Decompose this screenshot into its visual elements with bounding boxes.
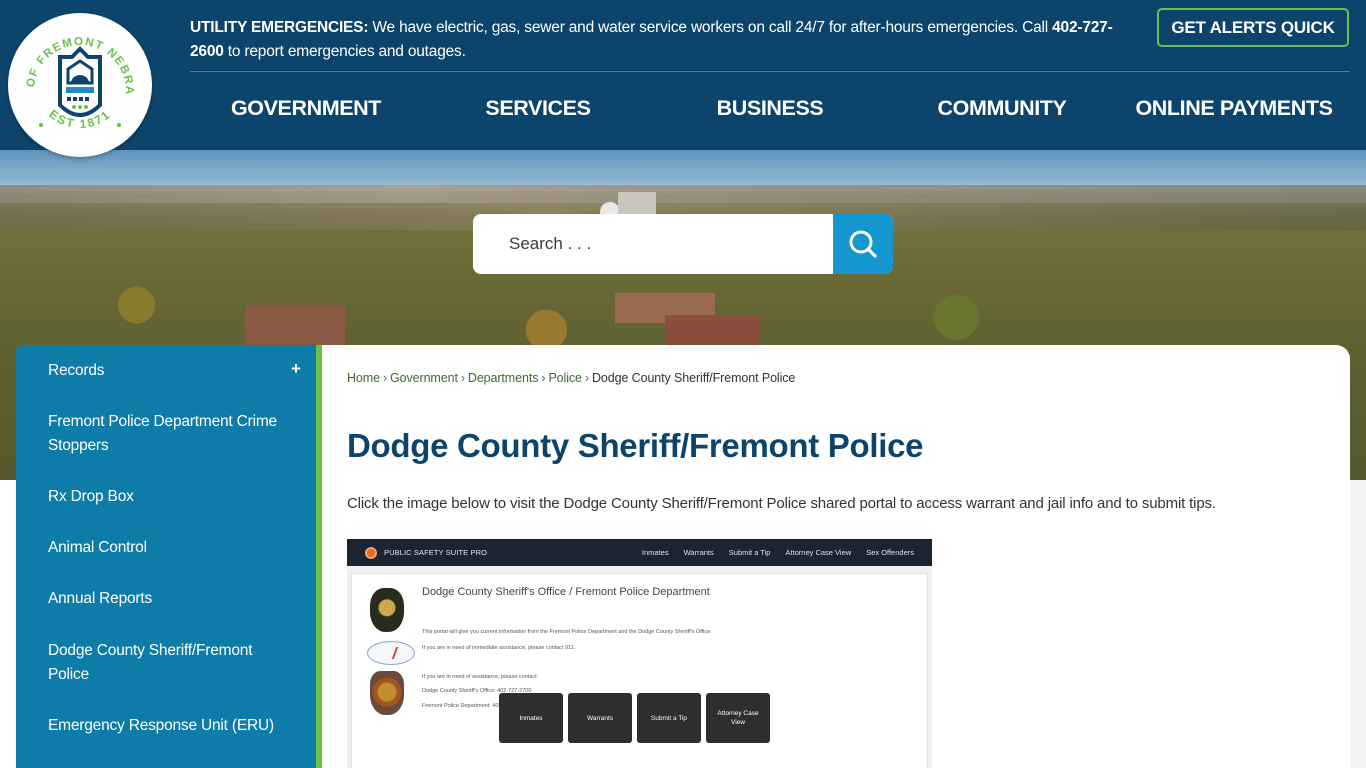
intro-text: Click the image below to visit the Dodge… bbox=[347, 495, 1216, 512]
breadcrumb-police[interactable]: Police bbox=[548, 371, 582, 385]
site-search bbox=[473, 214, 893, 274]
nav-online-payments[interactable]: ONLINE PAYMENTS bbox=[1118, 86, 1350, 130]
grain-silo bbox=[618, 192, 656, 216]
page-title: Dodge County Sheriff/Fremont Police bbox=[347, 427, 924, 464]
site-header: CITY OF FREMONT NEBRASKA EST 1871 UTILIT… bbox=[0, 0, 1366, 157]
portal-text-line: This portal will give you current inform… bbox=[422, 629, 712, 635]
sidebar-item-dodge-county-sheriff[interactable]: Dodge County Sheriff/Fremont Police bbox=[48, 639, 288, 687]
sidebar-navigation: Records + Fremont Police Department Crim… bbox=[16, 345, 316, 768]
nav-services[interactable]: SERVICES bbox=[422, 86, 654, 130]
city-seal-icon: CITY OF FREMONT NEBRASKA EST 1871 bbox=[8, 13, 150, 155]
header-divider bbox=[190, 71, 1350, 72]
page-gutter bbox=[1350, 480, 1366, 768]
breadcrumb-separator: › bbox=[584, 371, 589, 385]
portal-text-line: If you are in need of assistance, please… bbox=[422, 674, 539, 680]
police-patch-icon bbox=[370, 671, 404, 715]
portal-nav-item: Attorney Case View bbox=[785, 548, 852, 557]
sidebar-item-animal-control[interactable]: Animal Control bbox=[48, 536, 288, 560]
expand-plus-icon[interactable]: + bbox=[291, 359, 301, 379]
utility-emergency-notice: UTILITY EMERGENCIES: We have electric, g… bbox=[190, 16, 1140, 64]
search-button[interactable] bbox=[833, 214, 893, 274]
building bbox=[245, 305, 345, 350]
breadcrumb-home[interactable]: Home bbox=[347, 371, 380, 385]
portal-button-submit-tip: Submit a Tip bbox=[637, 693, 701, 743]
sidebar-item-rx-drop-box[interactable]: Rx Drop Box bbox=[48, 485, 288, 509]
portal-logo-icon bbox=[365, 547, 377, 559]
nav-government[interactable]: GOVERNMENT bbox=[190, 86, 422, 130]
breadcrumb-departments[interactable]: Departments bbox=[468, 371, 539, 385]
portal-buttons: Inmates Warrants Submit a Tip Attorney C… bbox=[499, 693, 770, 743]
search-icon bbox=[849, 230, 877, 258]
portal-nav-item: Submit a Tip bbox=[728, 548, 771, 557]
portal-nav-item: Inmates bbox=[641, 548, 669, 557]
portal-nav-item: Sex Offenders bbox=[866, 548, 914, 557]
sidebar-item-crime-stoppers[interactable]: Fremont Police Department Crime Stoppers bbox=[48, 410, 288, 458]
portal-title: Dodge County Sheriff's Office / Fremont … bbox=[422, 586, 710, 598]
main-content: Home › Government › Departments › Police › Dodge… bbox=[322, 345, 1350, 768]
breadcrumb: Home › Government › Departments › Police › Dodge… bbox=[347, 371, 795, 385]
breadcrumb-government[interactable]: Government bbox=[390, 371, 458, 385]
nav-business[interactable]: BUSINESS bbox=[654, 86, 886, 130]
portal-brand: PUBLIC SAFETY SUITE PRO bbox=[384, 548, 488, 557]
city-logo[interactable]: CITY OF FREMONT NEBRASKA EST 1871 bbox=[8, 13, 152, 157]
alert-text-before: We have electric, gas, sewer and water s… bbox=[368, 19, 1053, 36]
breadcrumb-current: Dodge County Sheriff/Fremont Police bbox=[591, 371, 796, 385]
alert-text-after: to report emergencies and outages. bbox=[223, 43, 466, 60]
sidebar-item-eru[interactable]: Emergency Response Unit (ERU) bbox=[48, 714, 288, 738]
sheriff-badge-icon bbox=[370, 588, 404, 632]
breadcrumb-separator: › bbox=[541, 371, 546, 385]
portal-button-inmates: Inmates bbox=[499, 693, 563, 743]
portal-nav-item: Warrants bbox=[683, 548, 714, 557]
911-logo-icon bbox=[367, 641, 415, 665]
portal-button-warrants: Warrants bbox=[568, 693, 632, 743]
alert-label: UTILITY EMERGENCIES: bbox=[190, 19, 369, 36]
portal-nav: Inmates Warrants Submit a Tip Attorney C… bbox=[642, 548, 914, 557]
portal-text-line: If you are in need of immediate assistan… bbox=[422, 645, 576, 651]
nav-community[interactable]: COMMUNITY bbox=[886, 86, 1118, 130]
search-input[interactable] bbox=[473, 214, 833, 274]
portal-link-image[interactable]: PUBLIC SAFETY SUITE PRO Inmates Warrants… bbox=[347, 539, 932, 768]
sidebar-accent-bar bbox=[316, 345, 322, 768]
portal-button-attorney-case-view: Attorney Case View bbox=[706, 693, 770, 743]
breadcrumb-separator: › bbox=[382, 371, 388, 385]
sidebar-item-annual-reports[interactable]: Annual Reports bbox=[48, 587, 288, 611]
breadcrumb-separator: › bbox=[460, 371, 465, 385]
portal-header-bar: PUBLIC SAFETY SUITE PRO Inmates Warrants… bbox=[347, 539, 932, 566]
get-alerts-quick-button[interactable]: GET ALERTS QUICK bbox=[1157, 8, 1349, 47]
sidebar-item-records[interactable]: Records bbox=[48, 359, 288, 383]
main-navigation: GOVERNMENT SERVICES BUSINESS COMMUNITY O… bbox=[190, 86, 1350, 130]
